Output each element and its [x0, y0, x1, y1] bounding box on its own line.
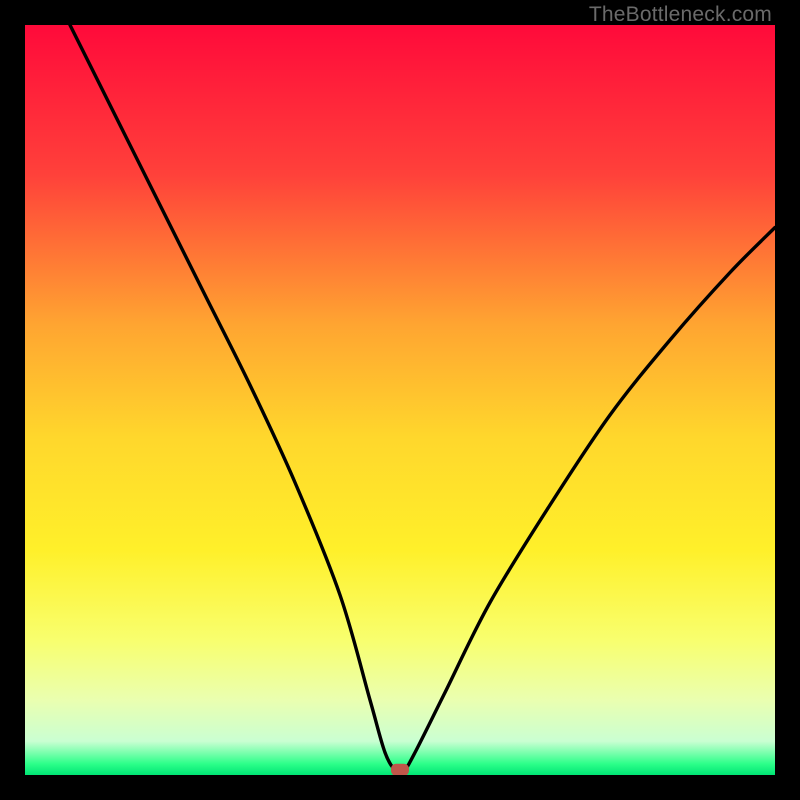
- chart-background: [25, 25, 775, 775]
- watermark-text: TheBottleneck.com: [589, 3, 772, 27]
- valley-marker: [391, 764, 409, 775]
- bottleneck-chart: [25, 25, 775, 775]
- chart-frame: [25, 25, 775, 775]
